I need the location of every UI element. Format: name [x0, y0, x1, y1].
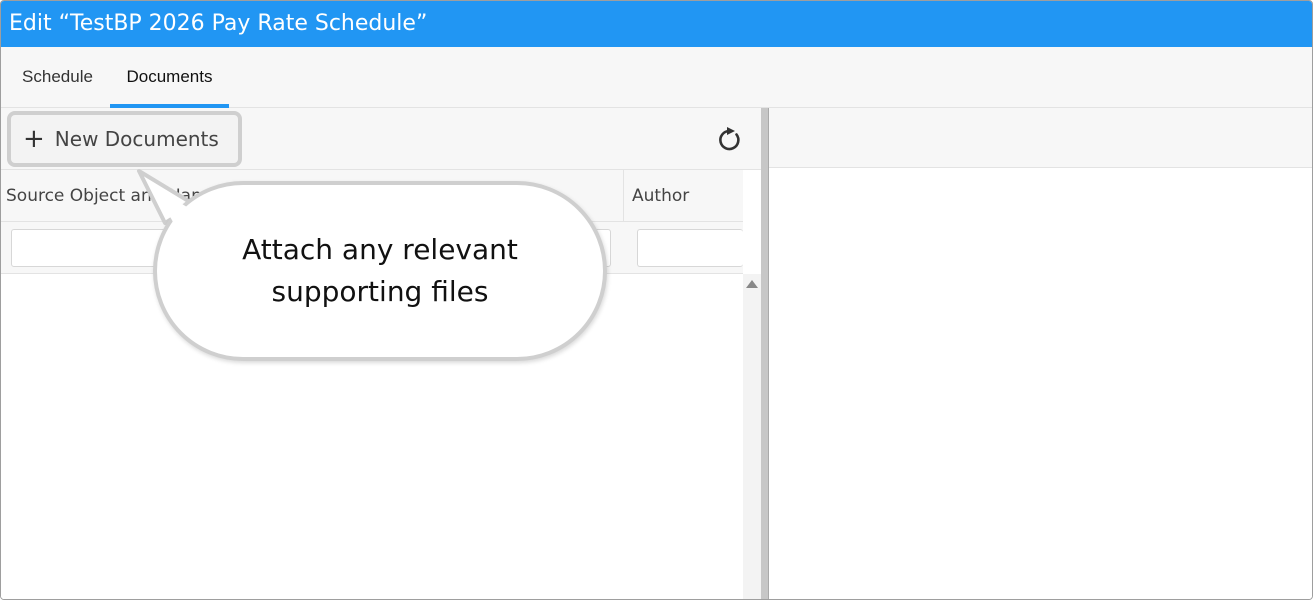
scroll-up-arrow-icon[interactable]: [746, 280, 758, 288]
new-documents-button[interactable]: + New Documents: [7, 111, 242, 167]
plus-icon: +: [23, 124, 45, 154]
documents-toolbar: + New Documents: [1, 108, 761, 170]
window-title: Edit “TestBP 2026 Pay Rate Schedule”: [1, 1, 1312, 47]
tab-bar: Schedule Documents: [1, 47, 1312, 108]
author-filter-input[interactable]: [637, 229, 743, 267]
preview-toolbar: [769, 108, 1312, 168]
refresh-icon[interactable]: [715, 126, 743, 154]
new-documents-label: New Documents: [54, 127, 219, 151]
callout-bubble: Attach any relevant supporting files: [153, 181, 607, 361]
grid-scrollbar[interactable]: [743, 274, 761, 599]
edit-dialog: Edit “TestBP 2026 Pay Rate Schedule” Sch…: [0, 0, 1313, 600]
column-author[interactable]: Author: [623, 170, 743, 222]
pane-splitter[interactable]: [761, 108, 769, 599]
callout-text: Attach any relevant supporting files: [242, 233, 518, 308]
preview-pane: [769, 108, 1312, 599]
tab-schedule[interactable]: Schedule: [5, 47, 110, 108]
tab-documents[interactable]: Documents: [110, 47, 229, 108]
callout-tail-cover: [153, 186, 195, 222]
